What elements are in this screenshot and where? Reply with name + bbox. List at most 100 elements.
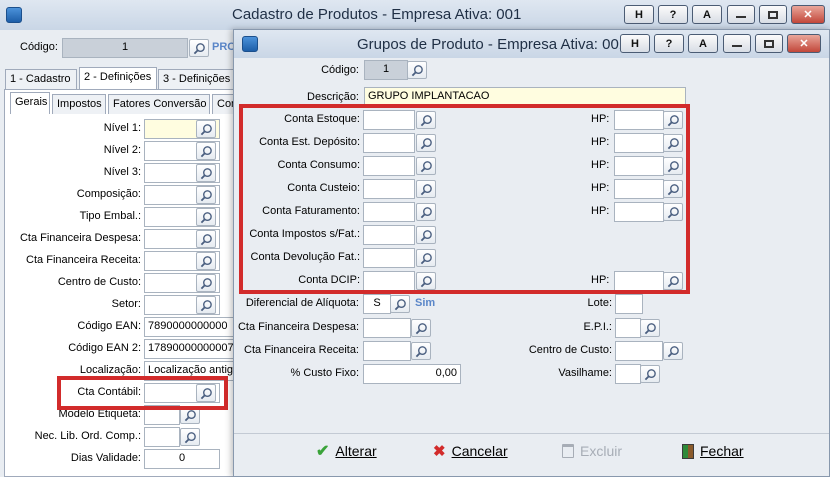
front-conta-search-button[interactable] bbox=[416, 134, 436, 152]
back-subtab-impostos[interactable]: Impostos bbox=[52, 94, 106, 114]
back-codigo-field[interactable]: 1 bbox=[62, 38, 188, 58]
search-icon bbox=[394, 298, 406, 310]
front-hp-input[interactable] bbox=[614, 156, 664, 176]
back-field-search-button[interactable] bbox=[196, 252, 216, 270]
front-hp-search-button[interactable] bbox=[663, 203, 683, 221]
front-hp-input[interactable] bbox=[614, 110, 664, 130]
front-hp-search-button[interactable] bbox=[663, 180, 683, 198]
front-conta-search-button[interactable] bbox=[416, 203, 436, 221]
front-hp-search-button[interactable] bbox=[663, 134, 683, 152]
back-help-button[interactable]: ? bbox=[658, 5, 688, 24]
front-minimize-button[interactable] bbox=[723, 34, 751, 53]
back-field-search-button[interactable] bbox=[196, 164, 216, 182]
back-field-search-button[interactable] bbox=[196, 296, 216, 314]
cancelar-button[interactable]: ✖ Cancelar bbox=[433, 440, 508, 462]
back-field-search-button[interactable] bbox=[196, 230, 216, 248]
front-centro-custo-search-button[interactable] bbox=[663, 342, 683, 360]
front-diferencial-label: Diferencial de Alíquota: bbox=[245, 297, 359, 309]
back-h-button[interactable]: H bbox=[624, 5, 654, 24]
front-hp-search-button[interactable] bbox=[663, 111, 683, 129]
front-hp-search-button[interactable] bbox=[663, 157, 683, 175]
front-maximize-button[interactable] bbox=[755, 34, 783, 53]
back-field-search-button[interactable] bbox=[196, 186, 216, 204]
front-conta-search-button[interactable] bbox=[416, 272, 436, 290]
back-field-input[interactable]: Localização antiga bbox=[144, 361, 236, 381]
back-field-input[interactable] bbox=[144, 405, 180, 425]
back-field-search-button[interactable] bbox=[180, 428, 200, 446]
back-field-search-button[interactable] bbox=[196, 384, 216, 402]
back-field-input[interactable]: 0 bbox=[144, 449, 220, 469]
front-h-button[interactable]: H bbox=[620, 34, 650, 53]
back-field-input[interactable]: 7890000000000 bbox=[144, 317, 236, 337]
back-tab-cadastro[interactable]: 1 - Cadastro bbox=[5, 69, 77, 89]
back-tab-definicoes[interactable]: 2 - Definições bbox=[79, 67, 157, 89]
front-conta-input[interactable] bbox=[363, 156, 415, 176]
front-vasilhame-search-button[interactable] bbox=[640, 365, 660, 383]
front-epi-search-button[interactable] bbox=[640, 319, 660, 337]
back-field-input[interactable]: 17890000000007 bbox=[144, 339, 236, 359]
front-epi-input[interactable] bbox=[615, 318, 641, 338]
back-field-search-button[interactable] bbox=[196, 208, 216, 226]
front-conta-input[interactable] bbox=[363, 133, 415, 153]
front-codigo-field[interactable]: 1 bbox=[364, 60, 408, 80]
back-minimize-button[interactable] bbox=[727, 5, 755, 24]
front-conta-input[interactable] bbox=[363, 202, 415, 222]
search-icon bbox=[184, 431, 196, 443]
fechar-button[interactable]: Fechar bbox=[682, 440, 744, 462]
excluir-button[interactable]: Excluir bbox=[562, 440, 622, 462]
back-maximize-button[interactable] bbox=[759, 5, 787, 24]
front-vasilhame-input[interactable] bbox=[615, 364, 641, 384]
front-conta-input[interactable] bbox=[363, 271, 415, 291]
back-tab-definicoes-p[interactable]: 3 - Definições p bbox=[158, 69, 238, 89]
front-cta-despesa-input[interactable] bbox=[363, 318, 411, 338]
back-field-search-button[interactable] bbox=[196, 142, 216, 160]
front-a-button[interactable]: A bbox=[688, 34, 718, 53]
front-descricao-field[interactable]: GRUPO IMPLANTACAO bbox=[364, 87, 686, 107]
back-close-button[interactable]: ✕ bbox=[791, 5, 825, 24]
front-conta-search-button[interactable] bbox=[416, 249, 436, 267]
front-conta-search-button[interactable] bbox=[416, 111, 436, 129]
front-hp-input[interactable] bbox=[614, 271, 664, 291]
back-codigo-search-button[interactable] bbox=[189, 39, 209, 57]
front-cta-despesa-label: Cta Financeira Despesa: bbox=[237, 321, 359, 333]
front-conta-search-button[interactable] bbox=[416, 157, 436, 175]
front-hp-search-button[interactable] bbox=[663, 272, 683, 290]
front-conta-input[interactable] bbox=[363, 110, 415, 130]
minimize-icon bbox=[732, 45, 742, 47]
front-codigo-search-button[interactable] bbox=[407, 61, 427, 79]
front-conta-input[interactable] bbox=[363, 248, 415, 268]
front-conta-input[interactable] bbox=[363, 179, 415, 199]
front-custo-fixo-input[interactable]: 0,00 bbox=[363, 364, 461, 384]
back-field-label: Setor: bbox=[111, 298, 141, 310]
front-close-button[interactable]: ✕ bbox=[787, 34, 821, 53]
back-field-search-button[interactable] bbox=[196, 120, 216, 138]
search-icon bbox=[667, 160, 679, 172]
back-field-input[interactable] bbox=[144, 427, 180, 447]
front-hp-input[interactable] bbox=[614, 133, 664, 153]
front-centro-custo-input[interactable] bbox=[615, 341, 663, 361]
footer-separator bbox=[234, 433, 829, 434]
front-hp-input[interactable] bbox=[614, 202, 664, 222]
alterar-button[interactable]: ✔ Alterar bbox=[316, 440, 377, 462]
front-diferencial-field[interactable]: S bbox=[363, 294, 391, 314]
front-diferencial-search-button[interactable] bbox=[390, 295, 410, 313]
back-field-label: Nec. Lib. Ord. Comp.: bbox=[34, 430, 141, 442]
front-conta-input[interactable] bbox=[363, 225, 415, 245]
front-conta-search-button[interactable] bbox=[416, 180, 436, 198]
back-a-button[interactable]: A bbox=[692, 5, 722, 24]
back-field-search-button[interactable] bbox=[196, 274, 216, 292]
front-cta-receita-search-button[interactable] bbox=[411, 342, 431, 360]
front-lote-input[interactable] bbox=[615, 294, 643, 314]
front-cta-receita-input[interactable] bbox=[363, 341, 411, 361]
front-custo-fixo-label: % Custo Fixo: bbox=[290, 367, 359, 379]
front-conta-search-button[interactable] bbox=[416, 226, 436, 244]
front-hp-input[interactable] bbox=[614, 179, 664, 199]
front-cta-despesa-search-button[interactable] bbox=[411, 319, 431, 337]
search-icon bbox=[420, 114, 432, 126]
back-field-search-button[interactable] bbox=[180, 406, 200, 424]
back-subtab-fatores[interactable]: Fatores Conversão bbox=[108, 94, 210, 114]
back-field-label: Cta Contábil: bbox=[77, 386, 141, 398]
front-help-button[interactable]: ? bbox=[654, 34, 684, 53]
search-icon bbox=[200, 211, 212, 223]
back-subtab-gerais[interactable]: Gerais bbox=[10, 92, 50, 114]
